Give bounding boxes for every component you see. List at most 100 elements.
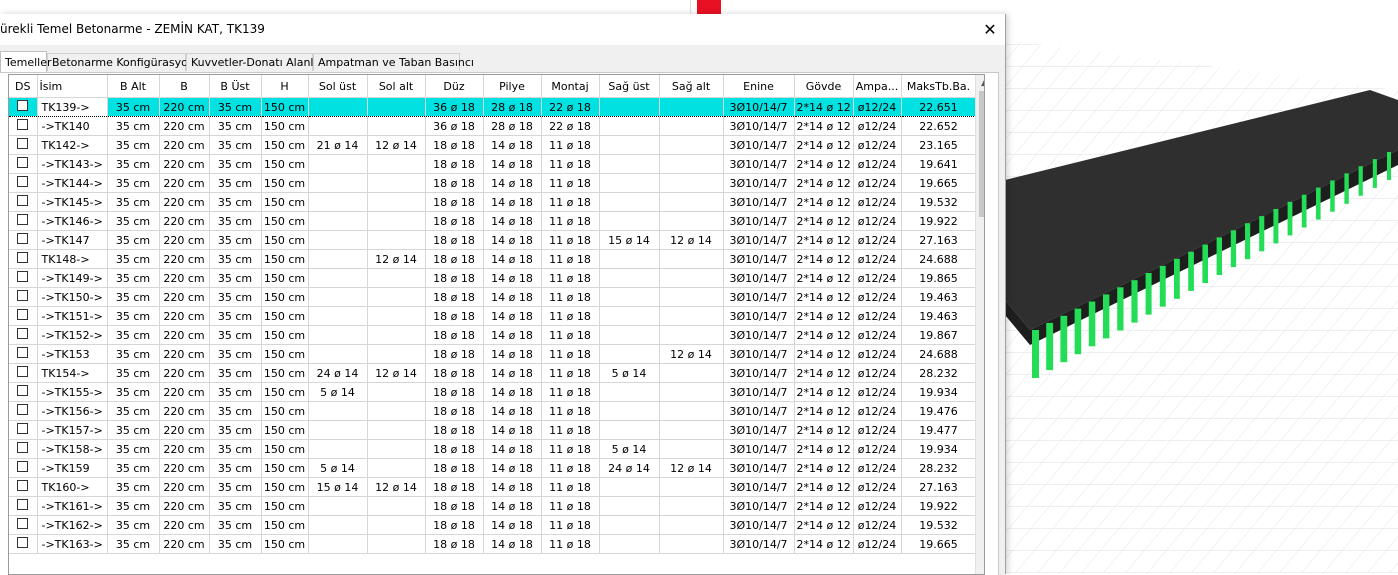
table-row[interactable]: ->TK157-> 35 cm 220 cm 35 cm 150 cm 18 ø 18 14… [9, 420, 977, 440]
column-header[interactable]: B [159, 75, 210, 98]
ds-cell [9, 515, 38, 535]
ds-checkbox[interactable] [17, 461, 29, 472]
column-header[interactable]: Ampa... [853, 75, 902, 98]
column-header[interactable]: Sol alt [367, 75, 426, 98]
table-cell: 150 cm [261, 192, 309, 212]
ds-checkbox[interactable] [17, 537, 29, 548]
ds-checkbox[interactable] [17, 499, 29, 510]
table-cell: 35 cm [209, 116, 262, 136]
column-header[interactable]: DS [9, 75, 38, 98]
table-row[interactable]: ->TK144-> 35 cm 220 cm 35 cm 150 cm 18 ø 18 14… [9, 173, 977, 193]
table-cell: ->TK152-> [37, 325, 108, 345]
table-cell: 2*14 ø 12 [794, 382, 854, 402]
chevron-up-icon[interactable]: ▲ [976, 75, 984, 92]
ds-checkbox[interactable] [17, 366, 29, 377]
column-header[interactable]: H [261, 75, 309, 98]
table-row[interactable]: TK160-> 35 cm 220 cm 35 cm 150 cm 15 ø 14 12 ø… [9, 477, 977, 497]
foundation-grid[interactable]: DS İsim B Alt B B Üst H Sol üst Sol alt Düz Pilye… [8, 74, 985, 575]
vertical-scrollbar[interactable]: ▲ [975, 75, 984, 574]
table-cell: 11 ø 18 [541, 268, 600, 288]
ds-checkbox[interactable] [17, 385, 29, 396]
column-header[interactable]: İsim [37, 75, 108, 98]
column-header[interactable]: Pilye [483, 75, 542, 98]
table-cell [308, 192, 368, 212]
table-row[interactable]: ->TK147 35 cm 220 cm 35 cm 150 cm 18 ø 18 14 ø… [9, 230, 977, 250]
table-cell: 3Ø10/14/7 [723, 344, 795, 364]
table-cell: 14 ø 18 [483, 325, 542, 345]
ds-checkbox[interactable] [17, 195, 29, 206]
table-cell: ->TK143-> [37, 154, 108, 174]
table-cell: 23.165 [901, 135, 977, 155]
tab-kuvvetler-donati-alanlari[interactable]: Kuvvetler-Donatı Alanları [186, 53, 328, 71]
ds-checkbox[interactable] [17, 157, 29, 168]
table-row[interactable]: ->TK152-> 35 cm 220 cm 35 cm 150 cm 18 ø 18 14… [9, 325, 977, 345]
scroll-thumb[interactable] [979, 91, 984, 217]
ds-checkbox[interactable] [17, 347, 29, 358]
ds-checkbox[interactable] [17, 328, 29, 339]
tab-temeller[interactable]: Temeller [0, 51, 52, 72]
tab-betonarme-konfigurasyonu[interactable]: Betonarme Konfigürasyonu [47, 53, 202, 71]
ds-checkbox[interactable] [17, 252, 29, 263]
ds-checkbox[interactable] [17, 100, 29, 111]
table-cell: ->TK161-> [37, 496, 108, 516]
column-header[interactable]: Enine [723, 75, 795, 98]
table-row[interactable]: ->TK161-> 35 cm 220 cm 35 cm 150 cm 18 ø 18 14… [9, 496, 977, 516]
table-row[interactable]: ->TK143-> 35 cm 220 cm 35 cm 150 cm 18 ø 18 14… [9, 154, 977, 174]
table-cell: 21 ø 14 [308, 135, 368, 155]
column [1088, 301, 1096, 347]
table-cell: 19.641 [901, 154, 977, 174]
table-cell: 11 ø 18 [541, 173, 600, 193]
table-row[interactable]: TK154-> 35 cm 220 cm 35 cm 150 cm 24 ø 14 12 ø… [9, 363, 977, 383]
table-row[interactable]: ->TK140 35 cm 220 cm 35 cm 150 cm 36 ø 18 28 ø… [9, 116, 977, 136]
column-header[interactable]: Düz [425, 75, 484, 98]
column-header[interactable]: B Alt [107, 75, 160, 98]
ds-checkbox[interactable] [17, 271, 29, 282]
table-cell [599, 249, 660, 269]
ds-checkbox[interactable] [17, 233, 29, 244]
table-cell: 220 cm [159, 344, 210, 364]
close-icon[interactable]: ✕ [975, 14, 1005, 45]
ds-checkbox[interactable] [17, 404, 29, 415]
column-header[interactable]: Sağ üst [599, 75, 660, 98]
table-row[interactable]: ->TK145-> 35 cm 220 cm 35 cm 150 cm 18 ø 18 14… [9, 192, 977, 212]
column-header[interactable]: MaksTb.Ba. [901, 75, 977, 98]
table-row[interactable]: ->TK162-> 35 cm 220 cm 35 cm 150 cm 18 ø 18 14… [9, 515, 977, 535]
table-cell [659, 154, 724, 174]
table-row[interactable]: ->TK149-> 35 cm 220 cm 35 cm 150 cm 18 ø 18 14… [9, 268, 977, 288]
table-row[interactable]: ->TK159 35 cm 220 cm 35 cm 150 cm 5 ø 14 18 ø … [9, 458, 977, 478]
column-header[interactable]: Sağ alt [659, 75, 724, 98]
table-row[interactable]: ->TK163-> 35 cm 220 cm 35 cm 150 cm 18 ø 18 14… [9, 534, 977, 554]
table-row[interactable]: TK139-> 35 cm 220 cm 35 cm 150 cm 36 ø 18 28 ø… [9, 97, 977, 117]
tab-ampatman-taban-basinci[interactable]: Ampatman ve Taban Basıncı [313, 53, 474, 71]
column-header[interactable]: Montaj [541, 75, 600, 98]
table-row[interactable]: ->TK156-> 35 cm 220 cm 35 cm 150 cm 18 ø 18 14… [9, 401, 977, 421]
table-row[interactable]: TK148-> 35 cm 220 cm 35 cm 150 cm 12 ø 14 18 ø… [9, 249, 977, 269]
table-row[interactable]: ->TK158-> 35 cm 220 cm 35 cm 150 cm 18 ø 18 14… [9, 439, 977, 459]
ds-checkbox[interactable] [17, 480, 29, 491]
table-row[interactable]: ->TK155-> 35 cm 220 cm 35 cm 150 cm 5 ø 14 18 … [9, 382, 977, 402]
ds-checkbox[interactable] [17, 214, 29, 225]
ds-checkbox[interactable] [17, 518, 29, 529]
title-bar[interactable]: ürekli Temel Betonarme - ZEMİN KAT, TK13… [0, 14, 1005, 45]
ds-checkbox[interactable] [17, 176, 29, 187]
table-row[interactable]: TK142-> 35 cm 220 cm 35 cm 150 cm 21 ø 14 12 ø… [9, 135, 977, 155]
ds-checkbox[interactable] [17, 442, 29, 453]
ds-checkbox[interactable] [17, 119, 29, 130]
table-row[interactable]: ->TK146-> 35 cm 220 cm 35 cm 150 cm 18 ø 18 14… [9, 211, 977, 231]
table-cell: 150 cm [261, 173, 309, 193]
ds-checkbox[interactable] [17, 423, 29, 434]
table-row[interactable]: ->TK153 35 cm 220 cm 35 cm 150 cm 18 ø 18 14 ø… [9, 344, 977, 364]
ds-checkbox[interactable] [17, 309, 29, 320]
table-cell: 19.463 [901, 287, 977, 307]
column-header[interactable]: B Üst [209, 75, 262, 98]
ds-checkbox[interactable] [17, 290, 29, 301]
table-row[interactable]: ->TK151-> 35 cm 220 cm 35 cm 150 cm 18 ø 18 14… [9, 306, 977, 326]
table-cell: 3Ø10/14/7 [723, 211, 795, 231]
ds-checkbox[interactable] [17, 138, 29, 149]
table-cell [367, 439, 426, 459]
table-cell [308, 249, 368, 269]
table-row[interactable]: ->TK150-> 35 cm 220 cm 35 cm 150 cm 18 ø 18 14… [9, 287, 977, 307]
column-header[interactable]: Gövde [794, 75, 854, 98]
column-header[interactable]: Sol üst [308, 75, 368, 98]
table-cell: ø12/24 [853, 344, 902, 364]
